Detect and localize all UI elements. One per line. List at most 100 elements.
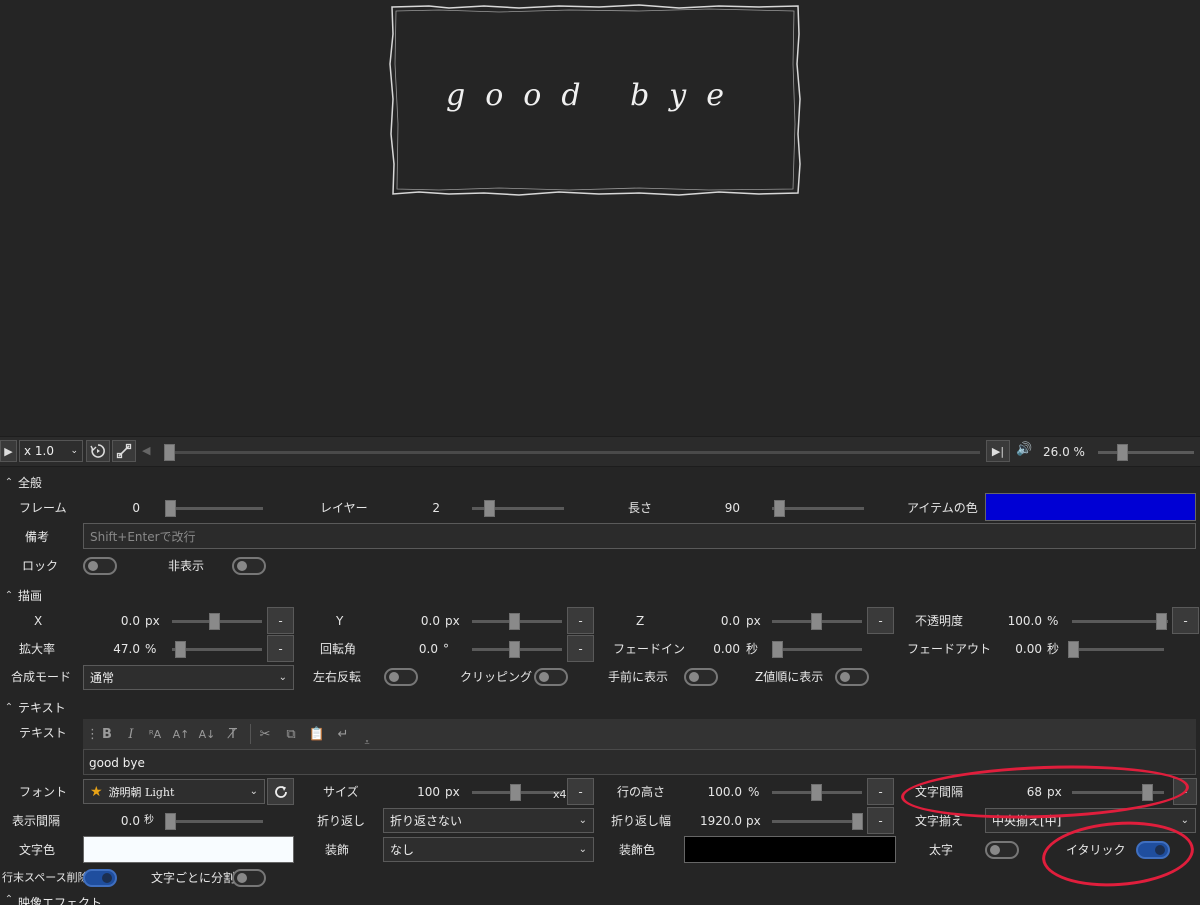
trim-toggle[interactable] [83, 869, 117, 887]
y-reset-button[interactable]: - [567, 607, 594, 634]
font-refresh-button[interactable] [267, 778, 294, 805]
copy-icon[interactable]: ⧉ [282, 726, 300, 744]
z-value[interactable]: 0.0 [690, 611, 740, 631]
chevron-down-icon: ⌄ [1180, 815, 1189, 826]
seek-slider[interactable] [164, 442, 980, 462]
zorder-toggle[interactable] [835, 668, 869, 686]
section-title: 映像エフェクト [18, 896, 103, 905]
line-height-reset-button[interactable]: - [867, 778, 894, 805]
font-size-down-icon[interactable]: A↓ [198, 726, 216, 744]
newline-icon[interactable]: ↵ [334, 726, 352, 744]
z-reset-button[interactable]: - [867, 607, 894, 634]
fadein-value[interactable]: 0.00 [690, 639, 740, 659]
line-height-value[interactable]: 100.0 [690, 782, 742, 802]
wrap-width-slider[interactable] [772, 811, 863, 831]
star-icon: ★ [90, 783, 103, 800]
play-icon: ▶ [4, 444, 13, 458]
flip-toggle[interactable] [384, 668, 418, 686]
clipping-label: クリッピング [460, 670, 533, 684]
split-toggle[interactable] [232, 869, 266, 887]
font-label: フォント [19, 785, 68, 799]
font-size-up-icon[interactable]: A↑ [172, 726, 190, 744]
wrap-value: 折り返さない [390, 814, 463, 828]
text-color-swatch[interactable] [83, 836, 294, 863]
chevron-up-icon: ⌃ [4, 476, 14, 488]
length-label: 長さ [628, 501, 653, 515]
x-reset-button[interactable]: - [267, 607, 294, 634]
fadein-slider[interactable] [772, 639, 862, 659]
clipping-toggle[interactable] [534, 668, 568, 686]
skip-to-end-button[interactable]: ▶| [986, 440, 1010, 462]
preview-text: good bye [446, 78, 744, 113]
deco-select[interactable]: なし ⌄ [383, 837, 594, 862]
paste-icon[interactable]: 📋 [308, 726, 326, 744]
loop-button[interactable] [86, 440, 110, 462]
ruby-icon[interactable]: ᴿA [146, 726, 164, 744]
frame-value[interactable]: 0 [100, 498, 140, 518]
chevron-down-icon: ⌄ [70, 446, 78, 456]
y-slider[interactable] [472, 611, 562, 631]
italic-icon[interactable]: I [122, 726, 140, 744]
section-effects-header[interactable]: ⌃ 映像エフェクト [0, 894, 102, 905]
text-input[interactable]: good bye [89, 753, 145, 773]
opacity-slider[interactable] [1072, 611, 1168, 631]
rotation-unit: ° [443, 642, 449, 656]
x-slider[interactable] [172, 611, 262, 631]
bold-icon[interactable]: B [98, 726, 116, 744]
size-unit: px [445, 785, 460, 799]
bold-toggle[interactable] [985, 841, 1019, 859]
scale-value[interactable]: 47.0 [90, 639, 140, 659]
speed-value: x 1.0 [24, 444, 54, 458]
interval-value[interactable]: 0.0 [100, 811, 140, 831]
zoom-slider[interactable] [1098, 442, 1194, 462]
wrap-width-value[interactable]: 1920.0 [680, 811, 742, 831]
wrap-select[interactable]: 折り返さない ⌄ [383, 808, 594, 833]
preview-area: good bye [0, 0, 1200, 436]
prev-frame-icon[interactable]: ◀ [142, 444, 150, 457]
opacity-value[interactable]: 100.0 [990, 611, 1042, 631]
fadeout-value[interactable]: 0.00 [990, 639, 1042, 659]
layer-slider[interactable] [472, 498, 564, 518]
blend-select[interactable]: 通常 ⌄ [83, 665, 294, 690]
section-general-header[interactable]: ⌃ 全般 [0, 472, 42, 492]
frame-slider[interactable] [165, 498, 263, 518]
x-value[interactable]: 0.0 [90, 611, 140, 631]
scale-slider[interactable] [172, 639, 262, 659]
memo-input[interactable]: Shift+Enterで改行 [83, 523, 1196, 549]
rotation-value[interactable]: 0.0 [390, 639, 438, 659]
size-reset-button[interactable]: - [567, 778, 594, 805]
line-height-slider[interactable] [772, 782, 862, 802]
fadeout-slider[interactable] [1068, 639, 1164, 659]
interval-slider[interactable] [165, 811, 263, 831]
size-value[interactable]: 100 [395, 782, 440, 802]
item-color-swatch[interactable] [985, 493, 1196, 521]
front-toggle[interactable] [684, 668, 718, 686]
fit-button[interactable] [112, 440, 136, 462]
rotation-slider[interactable] [472, 639, 562, 659]
clear-format-icon[interactable]: T̸ [224, 726, 242, 744]
deco-label: 装飾 [325, 843, 350, 857]
section-drawing-header[interactable]: ⌃ 描画 [0, 585, 42, 605]
length-slider[interactable] [772, 498, 864, 518]
scale-reset-button[interactable]: - [267, 635, 294, 662]
layer-value[interactable]: 2 [400, 498, 440, 518]
x-label: X [34, 614, 43, 628]
size-slider[interactable] [472, 782, 562, 802]
rotation-reset-button[interactable]: - [567, 635, 594, 662]
hide-toggle[interactable] [232, 557, 266, 575]
toolbar-overflow-icon[interactable]: ⩡ [358, 734, 376, 752]
opacity-reset-button[interactable]: - [1172, 607, 1199, 634]
lock-toggle[interactable] [83, 557, 117, 575]
fadeout-label: フェードアウト [907, 642, 992, 656]
play-button[interactable]: ▶ [0, 440, 17, 462]
wrap-width-reset-button[interactable]: - [867, 807, 894, 834]
font-select[interactable]: ★ 游明朝 Light ⌄ [83, 779, 265, 804]
cut-icon[interactable]: ✂ [256, 726, 274, 744]
deco-color-swatch[interactable] [684, 836, 896, 863]
speed-select[interactable]: x 1.0 ⌄ [19, 440, 83, 462]
volume-icon[interactable]: 🔊 [1016, 442, 1032, 457]
z-slider[interactable] [772, 611, 862, 631]
length-value[interactable]: 90 [700, 498, 740, 518]
section-text-header[interactable]: ⌃ テキスト [0, 697, 66, 717]
y-value[interactable]: 0.0 [390, 611, 440, 631]
